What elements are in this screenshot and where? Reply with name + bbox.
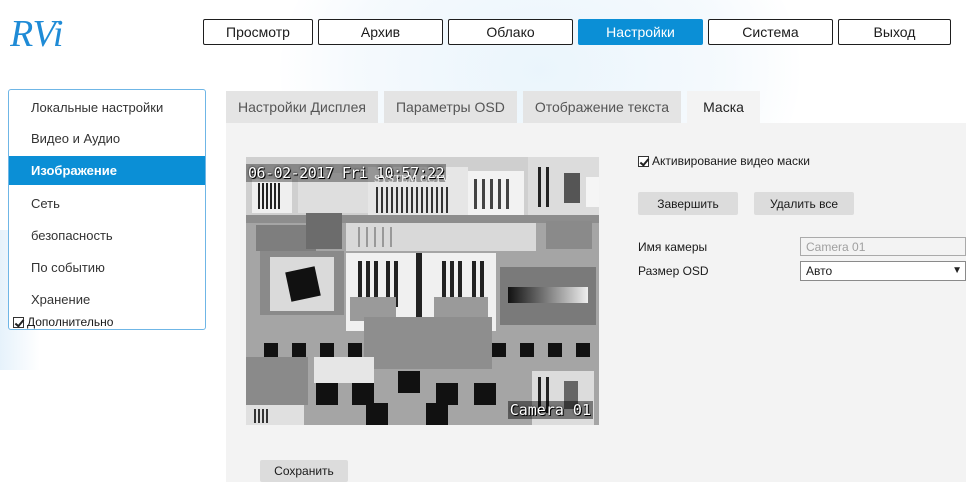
sidebar-item-security[interactable]: безопасность	[9, 221, 205, 250]
test-chart-image	[246, 157, 599, 425]
osd-size-select[interactable]: Авто ▼	[800, 261, 966, 281]
advanced-toggle[interactable]: Дополнительно	[13, 315, 113, 329]
camera-name-field[interactable]	[800, 237, 966, 256]
tab-text-display[interactable]: Отображение текста	[522, 91, 682, 123]
mask-panel: 06-02-2017 Fri 10:57:22 SYSTEM CCTV Came…	[226, 123, 966, 482]
camera-preview[interactable]: 06-02-2017 Fri 10:57:22 SYSTEM CCTV Came…	[246, 157, 599, 425]
nav-system-button[interactable]: Система	[708, 19, 833, 45]
sidebar-item-local-settings[interactable]: Локальные настройки	[9, 93, 205, 122]
nav-cloud-button[interactable]: Облако	[448, 19, 573, 45]
advanced-checkbox[interactable]	[13, 316, 24, 328]
top-navigation: Просмотр Архив Облако Настройки Система …	[203, 19, 951, 45]
osd-size-value: Авто	[806, 264, 833, 278]
nav-logout-button[interactable]: Выход	[838, 19, 951, 45]
rvi-logo: RVi	[10, 13, 63, 55]
chevron-down-icon: ▼	[952, 265, 962, 276]
advanced-label: Дополнительно	[27, 315, 114, 329]
mask-enable-toggle[interactable]: Активирование видео маски	[638, 154, 810, 168]
tab-display-settings[interactable]: Настройки Дисплея	[226, 91, 378, 123]
sidebar-item-video-audio[interactable]: Видео и Аудио	[9, 124, 205, 153]
sidebar-item-event[interactable]: По событию	[9, 253, 205, 282]
settings-sidebar: Локальные настройки Видео и Аудио Изобра…	[8, 89, 206, 330]
nav-settings-button[interactable]: Настройки	[578, 19, 703, 45]
sidebar-item-storage[interactable]: Хранение	[9, 285, 205, 314]
sidebar-item-network[interactable]: Сеть	[9, 189, 205, 218]
mask-enable-checkbox[interactable]	[638, 155, 649, 167]
finish-button[interactable]: Завершить	[638, 192, 738, 215]
sidebar-item-image[interactable]: Изображение	[9, 156, 205, 185]
osd-camera-name: Camera 01	[507, 401, 593, 419]
delete-all-button[interactable]: Удалить все	[754, 192, 854, 215]
logo-text: RVi	[10, 13, 63, 55]
mask-enable-label: Активирование видео маски	[652, 154, 810, 168]
tab-mask[interactable]: Маска	[687, 91, 760, 123]
nav-view-button[interactable]: Просмотр	[203, 19, 313, 45]
tab-osd-parameters[interactable]: Параметры OSD	[383, 91, 517, 123]
settings-tabs: Настройки Дисплея Параметры OSD Отображе…	[226, 91, 760, 123]
save-button[interactable]: Сохранить	[260, 460, 348, 482]
osd-brand-text: SYSTEM CCTV	[374, 173, 450, 185]
camera-name-label: Имя камеры	[638, 240, 708, 254]
osd-size-label: Размер OSD	[638, 264, 709, 278]
nav-archive-button[interactable]: Архив	[318, 19, 443, 45]
